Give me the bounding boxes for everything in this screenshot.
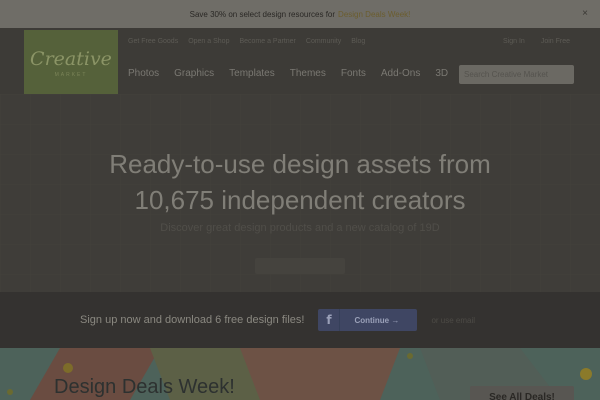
hero-cta-button[interactable] [255, 258, 345, 274]
deals-title: Design Deals Week! [54, 376, 235, 398]
hero-section: Ready-to-use design assets from 10,675 i… [0, 94, 600, 292]
util-nav-free-goods[interactable]: Get Free Goods [128, 38, 178, 45]
search-input[interactable] [459, 65, 574, 84]
promo-text: Save 30% on select design resources for [189, 9, 336, 19]
nav-add-ons[interactable]: Add-Ons [381, 68, 420, 79]
hero-title-line-1: Ready-to-use design assets from [109, 149, 491, 179]
nav-themes[interactable]: Themes [290, 68, 326, 79]
signup-bar: Sign up now and download 6 free design f… [0, 292, 600, 348]
nav-templates[interactable]: Templates [229, 68, 275, 79]
utility-nav: Get Free Goods Open a Shop Become a Part… [128, 38, 365, 45]
nav-photos[interactable]: Photos [128, 68, 159, 79]
join-free-link[interactable]: Join Free [541, 38, 570, 45]
deals-decoration-icon [580, 368, 592, 380]
logo-subtitle: MARKET [54, 72, 88, 78]
logo[interactable]: Creative MARKET [24, 30, 118, 98]
category-nav: Photos Graphics Templates Themes Fonts A… [128, 68, 448, 79]
facebook-continue-button[interactable]: f Continue → [318, 309, 418, 331]
logo-wordmark: Creative [30, 48, 112, 70]
promo-link[interactable]: Design Deals Week! [338, 10, 410, 19]
deals-banner: Design Deals Week! See All Deals! [0, 348, 600, 400]
see-all-deals-button[interactable]: See All Deals! [470, 386, 574, 400]
promo-bar: Save 30% on select design resources for … [0, 0, 600, 28]
site-header: Creative MARKET Get Free Goods Open a Sh… [0, 28, 600, 98]
hero-title: Ready-to-use design assets from 10,675 i… [0, 146, 600, 218]
util-nav-open-shop[interactable]: Open a Shop [188, 38, 229, 45]
util-nav-community[interactable]: Community [306, 38, 341, 45]
continue-label: Continue → [354, 315, 400, 325]
nav-graphics[interactable]: Graphics [174, 68, 214, 79]
hero-subtitle: Discover great design products and a new… [160, 222, 440, 234]
close-icon[interactable]: × [582, 8, 588, 19]
signup-text: Sign up now and download 6 free design f… [80, 314, 305, 326]
util-nav-partner[interactable]: Become a Partner [239, 38, 295, 45]
util-nav-blog[interactable]: Blog [351, 38, 365, 45]
email-signup-link[interactable]: or use email [431, 316, 475, 325]
hero-title-line-2: 10,675 independent creators [134, 185, 466, 215]
sign-in-link[interactable]: Sign In [503, 38, 525, 45]
facebook-icon: f [318, 309, 341, 331]
account-nav: Sign In Join Free [503, 38, 570, 45]
nav-3d[interactable]: 3D [435, 68, 448, 79]
nav-fonts[interactable]: Fonts [341, 68, 366, 79]
